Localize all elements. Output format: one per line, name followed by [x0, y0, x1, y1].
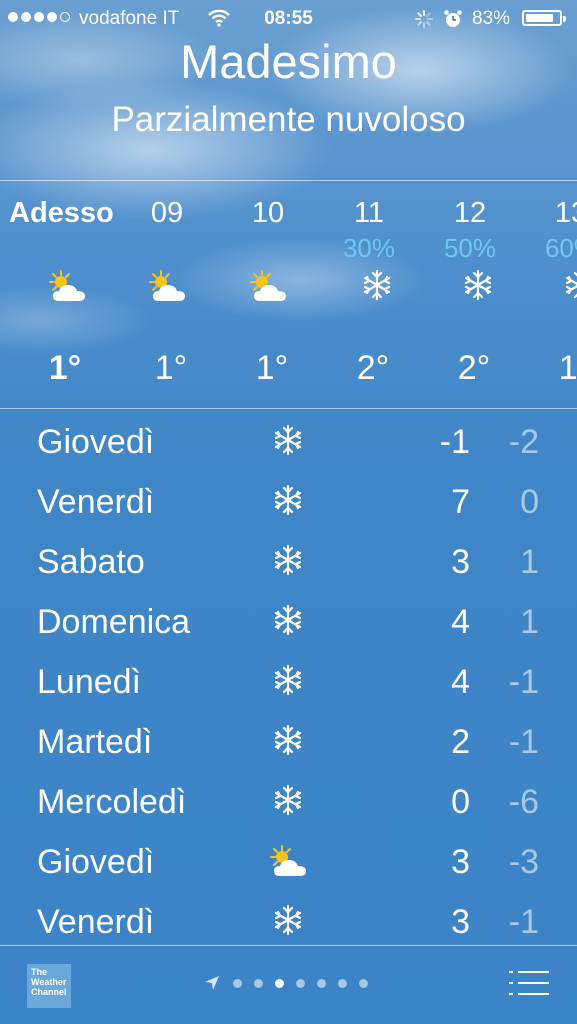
high-temperature: 2: [451, 723, 470, 761]
hour-label: 11: [353, 197, 385, 229]
high-temperature: -1: [439, 423, 470, 461]
current-condition: Parzialmente nuvoloso: [111, 100, 466, 139]
partly-cloudy-icon: [147, 269, 191, 305]
hour-label: Adesso: [9, 197, 114, 229]
daily-row: Lunedì 4 -1: [0, 650, 577, 710]
daily-row: Martedì 2 -1: [0, 710, 577, 770]
weather-channel-logo[interactable]: The Weather Channel: [27, 964, 71, 1008]
hour-temperature: 1°: [255, 349, 289, 387]
high-temperature: 3: [451, 543, 470, 581]
high-temperature: 4: [451, 663, 470, 701]
day-name: Giovedì: [37, 843, 155, 881]
snowflake-icon: [273, 544, 313, 578]
high-temperature: 7: [451, 483, 470, 521]
battery-icon: [522, 10, 566, 26]
city-name: Madesimo: [180, 35, 397, 88]
low-temperature: -1: [508, 723, 539, 761]
hour-label: 09: [150, 197, 184, 229]
hourly-forecast[interactable]: Adesso 1° 09 1° 10 1° 11 30% 2° 12 50% 2…: [0, 181, 577, 408]
precipitation-chance: 30%: [342, 233, 396, 263]
precipitation-chance: 60%: [544, 233, 577, 263]
location-arrow-icon: [205, 976, 219, 990]
snowflake-icon: [273, 784, 313, 818]
snowflake-icon: [355, 269, 399, 305]
page-dot[interactable]: [317, 978, 326, 988]
daily-row: Mercoledì 0 -6: [0, 770, 577, 830]
day-name: Venerdì: [37, 903, 155, 941]
snowflake-icon: [273, 424, 313, 458]
snowflake-icon: [557, 269, 577, 305]
daily-row: Domenica 4 1: [0, 590, 577, 650]
partly-cloudy-icon: [268, 844, 308, 878]
low-temperature: -2: [508, 423, 539, 461]
daily-row: Giovedì 3 -3: [0, 830, 577, 890]
snowflake-icon: [273, 724, 313, 758]
partly-cloudy-icon: [47, 269, 91, 305]
snowflake-icon: [456, 269, 500, 305]
day-name: Martedì: [37, 723, 153, 761]
day-name: Sabato: [37, 543, 145, 581]
hour-temperature: 1°: [48, 349, 82, 387]
daily-forecast-list[interactable]: Giovedì -1 -2 Venerdì 7 0 Sabato 3 1 Dom…: [0, 410, 577, 945]
low-temperature: -3: [508, 843, 539, 881]
hour-label: 12: [453, 197, 487, 229]
snowflake-icon: [273, 664, 313, 698]
high-temperature: 3: [451, 903, 470, 941]
divider: [0, 408, 577, 409]
low-temperature: 1: [520, 603, 539, 641]
hour-temperature: 1°: [558, 349, 577, 387]
daily-row: Sabato 3 1: [0, 530, 577, 590]
low-temperature: 0: [520, 483, 539, 521]
hour-temperature: 1°: [154, 349, 188, 387]
low-temperature: -1: [508, 663, 539, 701]
snowflake-icon: [273, 604, 313, 638]
hour-label: 13: [554, 197, 577, 229]
day-name: Mercoledì: [37, 783, 187, 821]
day-name: Giovedì: [37, 423, 155, 461]
hour-temperature: 2°: [457, 349, 491, 387]
high-temperature: 4: [451, 603, 470, 641]
low-temperature: 1: [520, 543, 539, 581]
page-dot[interactable]: [275, 978, 284, 988]
low-temperature: -1: [508, 903, 539, 941]
page-dot[interactable]: [254, 978, 263, 988]
page-dot[interactable]: [338, 978, 347, 988]
hour-temperature: 2°: [356, 349, 390, 387]
low-temperature: -6: [508, 783, 539, 821]
bottom-toolbar: The Weather Channel: [0, 946, 577, 1024]
snowflake-icon: [273, 904, 313, 938]
list-icon: [509, 971, 549, 995]
snowflake-icon: [273, 484, 313, 518]
page-dot[interactable]: [296, 978, 305, 988]
high-temperature: 3: [451, 843, 470, 881]
page-dot[interactable]: [233, 978, 242, 988]
activity-spinner-icon: [414, 9, 434, 35]
daily-row: Venerdì 7 0: [0, 470, 577, 530]
daily-row: Venerdì 3 -1: [0, 890, 577, 945]
alarm-clock-icon: [443, 9, 463, 35]
precipitation-chance: 50%: [443, 233, 497, 263]
page-dot[interactable]: [359, 978, 368, 988]
day-name: Domenica: [37, 603, 191, 641]
day-name: Venerdì: [37, 483, 155, 521]
partly-cloudy-icon: [248, 269, 292, 305]
day-name: Lunedì: [37, 663, 141, 701]
hour-label: 10: [251, 197, 285, 229]
high-temperature: 0: [451, 783, 470, 821]
battery-percentage: 83%: [472, 8, 511, 29]
city-list-button[interactable]: [508, 968, 550, 998]
daily-row: Giovedì -1 -2: [0, 410, 577, 470]
page-indicator[interactable]: [203, 974, 368, 992]
